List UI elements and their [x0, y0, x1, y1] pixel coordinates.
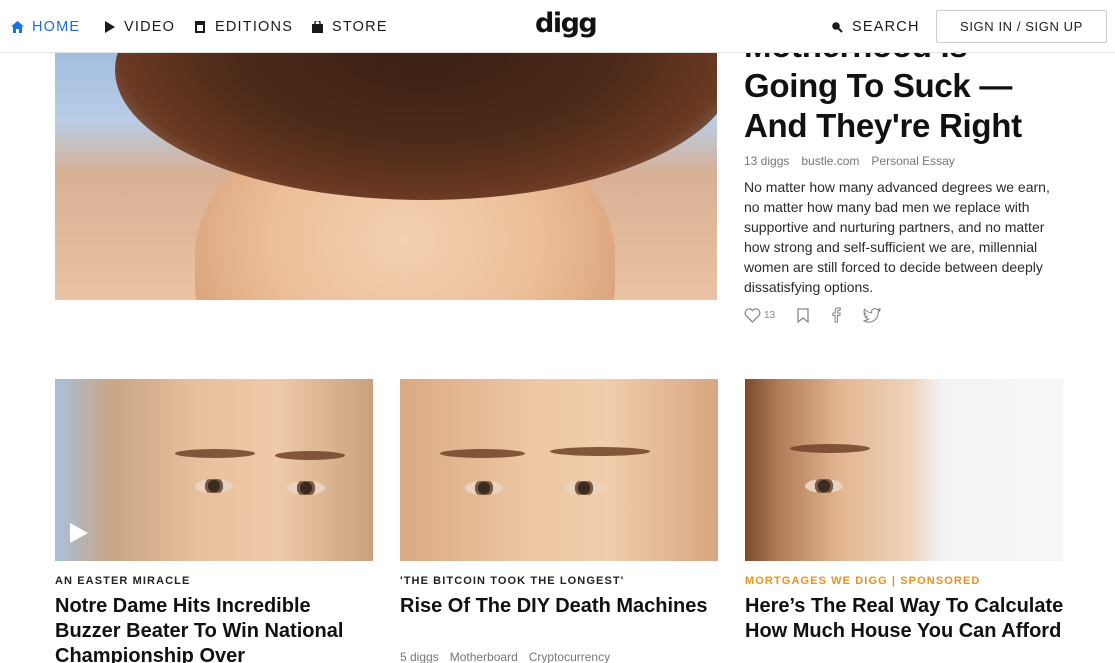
sponsored-kicker: MORTGAGES WE DIGG | SPONSORED [745, 575, 981, 587]
story-title-link[interactable]: Here’s The Real Way To Calculate How Muc… [745, 594, 1065, 644]
search-label: SEARCH [852, 19, 920, 35]
source-link[interactable]: bustle.com [801, 154, 859, 168]
nav-editions-link[interactable]: EDITIONS [193, 18, 293, 36]
bookmark-icon [797, 307, 809, 323]
like-count: 13 [764, 309, 776, 321]
nav-home-label: HOME [32, 19, 81, 35]
source-link[interactable]: Motherboard [450, 650, 518, 663]
digg-count: 5 diggs [400, 650, 439, 663]
twitter-icon [863, 307, 882, 323]
play-icon [69, 523, 89, 548]
nav-home-link[interactable]: HOME [10, 18, 80, 36]
story-kicker: AN EASTER MIRACLE [55, 575, 191, 587]
nav-store-link[interactable]: STORE [310, 18, 388, 36]
story-title-link[interactable]: Notre Dame Hits Incredible Buzzer Beater… [55, 594, 375, 663]
shopping-bag-icon [310, 20, 324, 34]
facebook-icon [831, 307, 841, 323]
image-brow-shape [175, 449, 255, 458]
hero-title-line: Going To Suck — [744, 67, 1013, 104]
facebook-share-button[interactable] [831, 307, 841, 323]
twitter-share-button[interactable] [863, 307, 882, 323]
image-eye-shape [195, 479, 233, 493]
image-brow-shape [550, 447, 650, 456]
editions-icon [193, 20, 207, 34]
nav-video-link[interactable]: VIDEO [102, 18, 175, 36]
tag-link[interactable]: Personal Essay [871, 154, 954, 168]
home-icon [10, 20, 24, 34]
search-icon [830, 20, 844, 34]
story-card-image[interactable] [55, 379, 373, 561]
play-icon [102, 20, 116, 34]
hero-story-description: No matter how many advanced degrees we e… [744, 179, 1050, 295]
nav-editions-label: EDITIONS [215, 19, 294, 35]
video-play-button[interactable] [69, 522, 89, 549]
story-meta: 5 diggs Motherboard Cryptocurrency [400, 650, 610, 663]
search-button[interactable]: SEARCH [830, 18, 920, 36]
tag-link[interactable]: Cryptocurrency [529, 650, 610, 663]
story-card-image[interactable] [745, 379, 1063, 561]
image-eye-shape [465, 481, 503, 495]
digg-logo[interactable]: digg [535, 10, 598, 38]
digg-count: 13 diggs [744, 154, 790, 168]
save-button[interactable] [797, 307, 809, 323]
story-title-link[interactable]: Rise Of The DIY Death Machines [400, 594, 720, 619]
image-brow-shape [275, 451, 345, 460]
top-navigation: HOME VIDEO EDITIONS STORE digg SEARCH SI… [0, 0, 1115, 53]
image-brow-shape [440, 449, 525, 458]
sign-in-button[interactable]: SIGN IN / SIGN UP [936, 10, 1107, 43]
hero-story-actions: 13 [744, 307, 903, 323]
digg-button[interactable]: 13 [744, 307, 776, 323]
hero-title-line: And They're Right [744, 107, 1022, 144]
nav-video-label: VIDEO [124, 19, 176, 35]
image-eye-shape [565, 481, 603, 495]
image-brow-shape [790, 444, 870, 453]
heart-icon [744, 307, 761, 323]
story-kicker: 'THE BITCOIN TOOK THE LONGEST' [400, 575, 625, 587]
image-eye-shape [287, 481, 325, 495]
image-eye-shape [805, 479, 843, 493]
hero-story-meta: 13 diggs bustle.com Personal Essay [744, 154, 955, 168]
story-card-image[interactable] [400, 379, 718, 561]
nav-store-label: STORE [332, 19, 388, 35]
